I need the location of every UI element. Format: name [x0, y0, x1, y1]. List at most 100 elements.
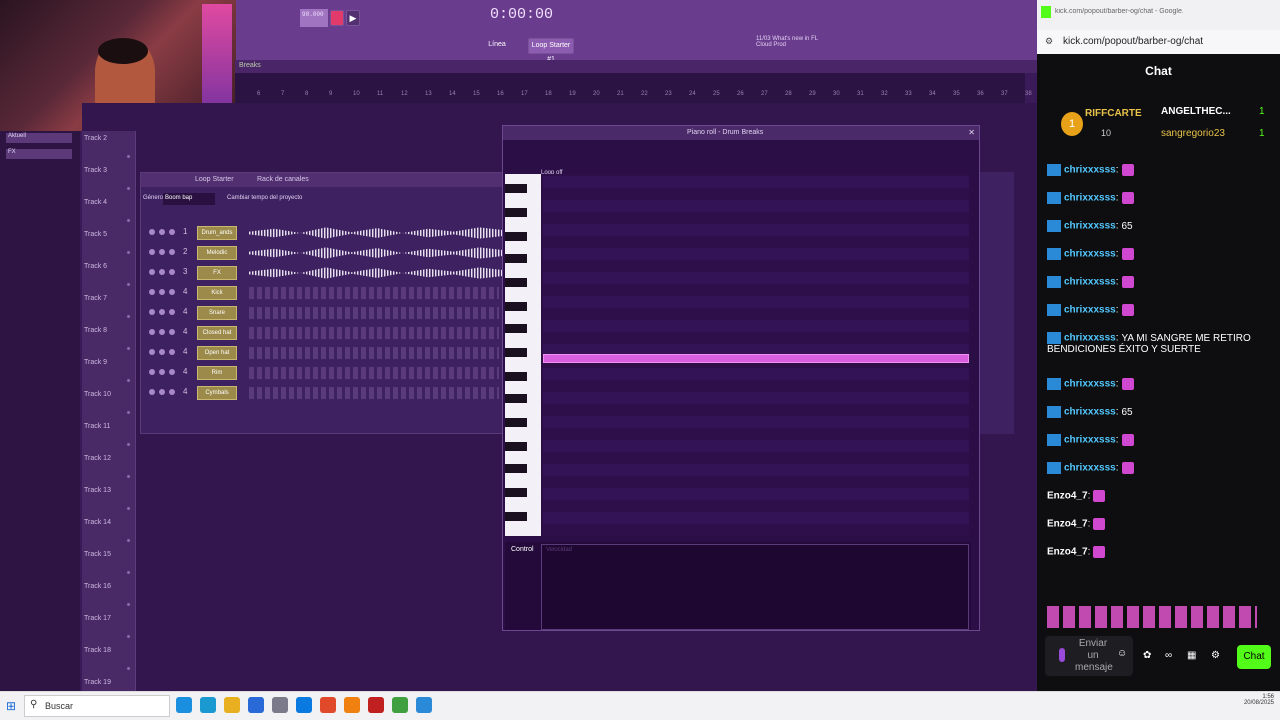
audio-waveform[interactable]: [249, 247, 505, 259]
control-label[interactable]: Control: [511, 546, 534, 553]
taskbar-app-icon[interactable]: [416, 697, 432, 713]
chat-message[interactable]: Enzo4_7:: [1047, 546, 1106, 558]
black-key[interactable]: [505, 232, 527, 241]
mute-indicator[interactable]: [127, 603, 130, 606]
channel-number[interactable]: 1: [183, 227, 187, 236]
chat-message[interactable]: chrixxxsss:: [1047, 434, 1134, 446]
taskbar-app-icon[interactable]: [392, 697, 408, 713]
mute-indicator[interactable]: [127, 155, 130, 158]
black-key[interactable]: [505, 394, 527, 403]
channel-row[interactable]: 3 FX: [145, 265, 505, 281]
piano-keys[interactable]: [505, 174, 541, 536]
track-header[interactable]: Track 12: [84, 455, 134, 485]
chat-username[interactable]: chrixxxsss: [1064, 463, 1116, 474]
pan-knob[interactable]: [159, 249, 165, 255]
black-key[interactable]: [505, 488, 527, 497]
genre-select[interactable]: Boom bap: [163, 193, 215, 205]
channel-number[interactable]: 4: [183, 307, 187, 316]
site-info-icon[interactable]: ⚙: [1045, 36, 1053, 47]
chat-username[interactable]: chrixxxsss: [1064, 193, 1116, 204]
chat-username[interactable]: chrixxxsss: [1064, 221, 1116, 232]
volume-knob[interactable]: [169, 269, 175, 275]
channel-number[interactable]: 2: [183, 247, 187, 256]
black-key[interactable]: [505, 464, 527, 473]
track-header[interactable]: Track 16: [84, 583, 134, 613]
chat-message[interactable]: chrixxxsss: 65: [1047, 220, 1133, 232]
chat-username[interactable]: chrixxxsss: [1064, 249, 1116, 260]
mute-indicator[interactable]: [127, 667, 130, 670]
infinity-icon[interactable]: ∞: [1165, 650, 1172, 661]
note-block[interactable]: [543, 354, 969, 363]
pan-knob[interactable]: [159, 269, 165, 275]
pan-knob[interactable]: [159, 369, 165, 375]
channel-number[interactable]: 4: [183, 387, 187, 396]
browser-item[interactable]: Aktuell: [6, 133, 72, 143]
top-user[interactable]: sangregorio23: [1161, 128, 1225, 139]
step-sequencer[interactable]: [249, 307, 499, 319]
chat-username[interactable]: chrixxxsss: [1064, 333, 1116, 344]
channel-number[interactable]: 3: [183, 267, 187, 276]
black-key[interactable]: [505, 348, 527, 357]
channel-name-button[interactable]: Snare: [197, 306, 237, 320]
mute-indicator[interactable]: [127, 251, 130, 254]
mute-indicator[interactable]: [127, 187, 130, 190]
black-key[interactable]: [505, 184, 527, 193]
volume-knob[interactable]: [169, 289, 175, 295]
chat-message[interactable]: chrixxxsss: 65: [1047, 406, 1133, 418]
mute-indicator[interactable]: [127, 283, 130, 286]
black-key[interactable]: [505, 324, 527, 333]
taskbar-app-icon[interactable]: [320, 697, 336, 713]
pattern-selector[interactable]: Loop Starter #1: [528, 38, 574, 63]
black-key[interactable]: [505, 418, 527, 427]
windows-icon[interactable]: ⊞: [6, 699, 16, 713]
channel-name-button[interactable]: Rim: [197, 366, 237, 380]
taskbar-app-icon[interactable]: [344, 697, 360, 713]
record-button[interactable]: [330, 10, 344, 26]
chat-message[interactable]: chrixxxsss:: [1047, 276, 1134, 288]
chat-message[interactable]: Enzo4_7:: [1047, 518, 1106, 530]
chat-username[interactable]: chrixxxsss: [1064, 435, 1116, 446]
top-user[interactable]: ANGELTHEC...: [1161, 106, 1231, 117]
volume-knob[interactable]: [169, 349, 175, 355]
taskbar-app-icon[interactable]: [368, 697, 384, 713]
address-bar[interactable]: ⚙ kick.com/popout/barber-og/chat: [1037, 30, 1280, 54]
mute-knob[interactable]: [149, 289, 155, 295]
chat-username[interactable]: chrixxxsss: [1064, 379, 1116, 390]
black-key[interactable]: [505, 278, 527, 287]
mute-indicator[interactable]: [127, 507, 130, 510]
track-header[interactable]: Track 9: [84, 359, 134, 389]
taskbar-app-icon[interactable]: [248, 697, 264, 713]
step-sequencer[interactable]: [249, 327, 499, 339]
mute-knob[interactable]: [149, 369, 155, 375]
change-tempo-toggle[interactable]: Cambiar tempo del proyecto: [227, 195, 302, 201]
black-key[interactable]: [505, 254, 527, 263]
gear-icon[interactable]: ⚙: [1211, 650, 1220, 661]
channel-name-button[interactable]: Drum_ands: [197, 226, 237, 240]
chat-message[interactable]: chrixxxsss:: [1047, 192, 1134, 204]
volume-knob[interactable]: [169, 229, 175, 235]
chat-message[interactable]: chrixxxsss:: [1047, 164, 1134, 176]
step-sequencer[interactable]: [249, 287, 499, 299]
audio-waveform[interactable]: [249, 227, 505, 239]
system-clock[interactable]: 1:56 20/08/2025: [1228, 694, 1274, 706]
mute-knob[interactable]: [149, 389, 155, 395]
gift-icon[interactable]: ▦: [1187, 650, 1196, 661]
tempo-display[interactable]: 90.000: [300, 9, 328, 27]
black-key[interactable]: [505, 512, 527, 521]
chat-username[interactable]: chrixxxsss: [1064, 407, 1116, 418]
black-key[interactable]: [505, 302, 527, 311]
chat-message[interactable]: chrixxxsss:: [1047, 462, 1134, 474]
emote-bar[interactable]: [1047, 606, 1257, 628]
channel-number[interactable]: 4: [183, 327, 187, 336]
volume-knob[interactable]: [169, 309, 175, 315]
channel-name-button[interactable]: Open hat: [197, 346, 237, 360]
mute-indicator[interactable]: [127, 571, 130, 574]
mute-indicator[interactable]: [127, 315, 130, 318]
mute-indicator[interactable]: [127, 411, 130, 414]
black-key[interactable]: [505, 442, 527, 451]
mute-indicator[interactable]: [127, 539, 130, 542]
chat-message[interactable]: chrixxxsss:: [1047, 304, 1134, 316]
channel-name-button[interactable]: FX: [197, 266, 237, 280]
mic-icon[interactable]: [1059, 648, 1065, 662]
pan-knob[interactable]: [159, 289, 165, 295]
